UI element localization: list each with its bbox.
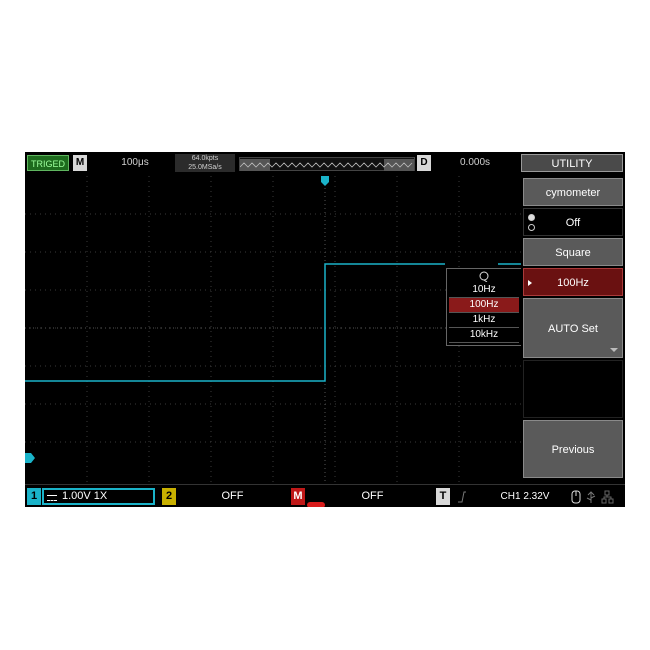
menu-item-frequency[interactable]: 100Hz <box>523 268 623 296</box>
menu-item-empty[interactable] <box>523 360 623 418</box>
trigger-value[interactable]: CH1 2.32V <box>485 488 565 505</box>
menu-item-previous[interactable]: Previous <box>523 420 623 478</box>
trigger-status-badge: TRIGED <box>27 155 69 171</box>
trigger-position-marker-icon <box>321 176 329 186</box>
ch2-label[interactable]: 2 <box>162 488 176 505</box>
rising-edge-icon <box>457 488 467 505</box>
delay-label: D <box>417 155 431 171</box>
menu-item-off[interactable]: Off <box>523 208 623 236</box>
menu-item-frequency-label: 100Hz <box>557 277 589 289</box>
overview-wave-icon <box>239 159 414 171</box>
menu-item-auto-set[interactable]: AUTO Set <box>523 298 623 358</box>
oscilloscope-screen: TRIGED M 100μs 64.0kpts 25.0MSa/s D 0.00… <box>25 152 625 507</box>
top-status-bar: TRIGED M 100μs 64.0kpts 25.0MSa/s D 0.00… <box>25 152 625 174</box>
dc-coupling-icon <box>47 495 57 501</box>
dropdown-option-1khz[interactable]: 1kHz <box>449 313 519 328</box>
usb-icon <box>586 491 596 503</box>
ch1-waveform <box>25 263 445 382</box>
ch2-value[interactable]: OFF <box>185 488 280 505</box>
math-indicator-icon <box>307 502 325 507</box>
memory-depth: 64.0kpts <box>191 155 219 162</box>
ch1-scale-box[interactable]: 1.00V 1X <box>42 488 155 505</box>
ch1-scale: 1.00V 1X <box>62 490 108 502</box>
waveform-overview <box>239 157 415 171</box>
radio-off-icon <box>528 224 535 231</box>
dropdown-option-10hz[interactable]: 10Hz <box>449 283 519 298</box>
ch1-label[interactable]: 1 <box>27 488 41 505</box>
radio-on-icon <box>528 214 535 221</box>
trigger-label[interactable]: T <box>436 488 450 505</box>
menu-item-cymometer[interactable]: cymometer <box>523 178 623 206</box>
sample-rate: 25.0MSa/s <box>188 164 222 171</box>
delay-readout[interactable]: 0.000s <box>445 155 505 171</box>
menu-item-auto-set-label: AUTO Set <box>548 323 598 335</box>
math-value[interactable]: OFF <box>325 488 420 505</box>
menu-item-off-label: Off <box>565 217 581 229</box>
status-icons <box>571 489 621 505</box>
memory-info: 64.0kpts 25.0MSa/s <box>175 154 235 172</box>
bottom-status-bar: 1 1.00V 1X 2 OFF M OFF T CH1 2.32V <box>25 484 625 507</box>
mouse-icon <box>571 490 581 504</box>
mode-label: M <box>73 155 87 171</box>
dropdown-option-10khz[interactable]: 10kHz <box>449 328 519 343</box>
dropdown-option-100hz[interactable]: 100Hz <box>449 298 519 313</box>
waveform-grid: 10Hz 100Hz 1kHz 10kHz <box>25 176 522 482</box>
math-label[interactable]: M <box>291 488 305 505</box>
ch1-ground-marker-icon <box>25 453 35 463</box>
side-menu: cymometer Off Square 100Hz AUTO Set Prev… <box>521 176 625 482</box>
network-icon <box>601 490 614 504</box>
menu-title-utility[interactable]: UTILITY <box>521 154 623 172</box>
menu-item-square[interactable]: Square <box>523 238 623 266</box>
refresh-icon <box>479 271 489 282</box>
timebase-readout[interactable]: 100μs <box>105 155 165 171</box>
chevron-down-icon <box>610 348 618 352</box>
chevron-right-icon <box>528 280 532 286</box>
frequency-dropdown[interactable]: 10Hz 100Hz 1kHz 10kHz <box>446 268 522 346</box>
